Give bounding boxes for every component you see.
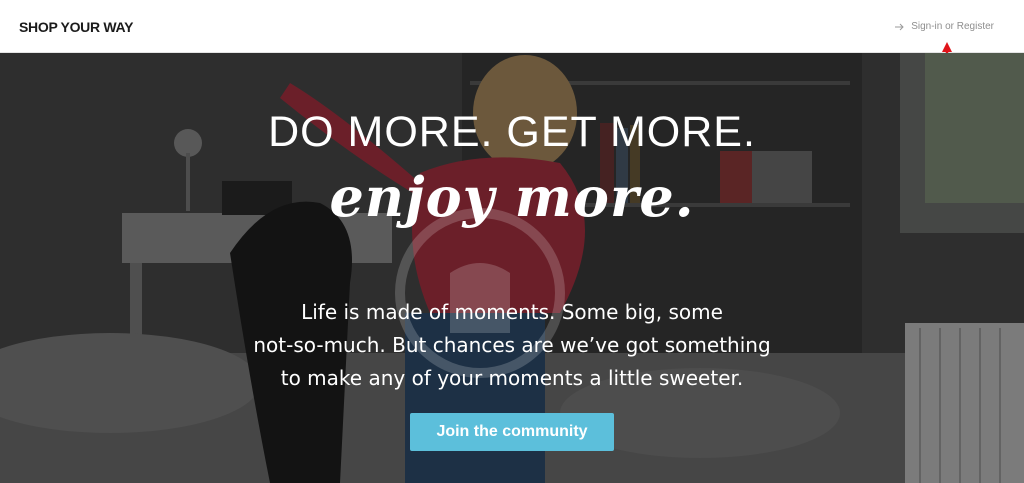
join-community-button[interactable]: Join the community xyxy=(410,413,614,451)
hero-headline: DO MORE. GET MORE. xyxy=(268,108,756,156)
hero-subtext-line: not-so-much. But chances are we’ve got s… xyxy=(253,333,771,357)
signin-register-label[interactable]: Sign-in or Register xyxy=(911,21,994,32)
signin-register-link[interactable]: Sign-in or Register xyxy=(895,21,994,32)
hero-subtext: Life is made of moments. Some big, some … xyxy=(212,296,812,395)
sign-in-arrow-icon xyxy=(895,23,905,31)
site-header: SHOP YOUR WAY Sign-in or Register xyxy=(0,0,1024,53)
hero-script-line: enjoy more. xyxy=(329,165,695,229)
hero-subtext-line: to make any of your moments a little swe… xyxy=(280,366,744,390)
hero-subtext-line: Life is made of moments. Some big, some xyxy=(301,300,723,324)
hero-banner: DO MORE. GET MORE. enjoy more. Life is m… xyxy=(0,53,1024,483)
site-logo[interactable]: SHOP YOUR WAY xyxy=(19,19,133,35)
